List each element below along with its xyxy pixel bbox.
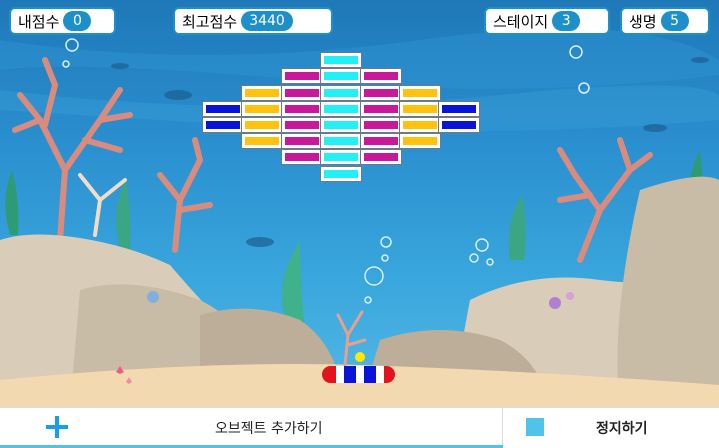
brick-cyan [320, 166, 362, 182]
plus-icon[interactable] [46, 416, 68, 438]
paddle-stripe [376, 366, 384, 383]
stage-box: 스테이지 3 [484, 7, 610, 35]
high-score-label: 최고점수 [182, 12, 238, 31]
brick-yellow [399, 117, 441, 133]
brick-yellow [241, 85, 283, 101]
brick-magenta [281, 149, 323, 165]
brick-field [0, 0, 719, 407]
brick-cyan [320, 52, 362, 68]
lives-box: 생명 5 [620, 7, 710, 35]
brick-blue [202, 117, 244, 133]
lives-label: 생명 [629, 12, 657, 31]
brick-magenta [360, 133, 402, 149]
stop-button[interactable]: 정지하기 [596, 418, 648, 438]
stage-label: 스테이지 [493, 12, 549, 31]
add-object-button[interactable]: 오브젝트 추가하기 [0, 408, 503, 448]
brick-yellow [399, 85, 441, 101]
brick-cyan [320, 85, 362, 101]
stop-icon[interactable] [526, 418, 544, 436]
brick-blue [202, 101, 244, 117]
my-score-label: 내점수 [18, 12, 60, 31]
brick-cyan [320, 101, 362, 117]
paddle-stripe [356, 366, 364, 383]
brick-magenta [281, 133, 323, 149]
brick-yellow [241, 101, 283, 117]
lives-value: 5 [660, 11, 689, 31]
add-object-label: 오브젝트 추가하기 [215, 421, 323, 437]
paddle-stripe [336, 366, 344, 383]
my-score-box: 내점수 0 [9, 7, 116, 35]
paddle-stripe [364, 366, 376, 383]
brick-magenta [281, 117, 323, 133]
high-score-value: 3440 [241, 11, 293, 31]
bottom-toolbar: 오브젝트 추가하기 정지하기 [0, 407, 719, 448]
high-score-box: 최고점수 3440 [173, 7, 333, 35]
brick-cyan [320, 149, 362, 165]
game-stage[interactable]: 내점수 0 최고점수 3440 스테이지 3 생명 5 [0, 0, 719, 407]
brick-cyan [320, 68, 362, 84]
brick-magenta [360, 101, 402, 117]
brick-magenta [281, 101, 323, 117]
my-score-value: 0 [63, 11, 92, 31]
brick-yellow [241, 133, 283, 149]
ball [355, 352, 365, 362]
paddle[interactable] [322, 366, 395, 383]
brick-blue [438, 101, 480, 117]
stage-value: 3 [552, 11, 581, 31]
brick-yellow [399, 101, 441, 117]
brick-magenta [360, 149, 402, 165]
paddle-stripe [344, 366, 356, 383]
brick-magenta [281, 85, 323, 101]
brick-cyan [320, 117, 362, 133]
brick-magenta [360, 85, 402, 101]
brick-magenta [360, 117, 402, 133]
brick-cyan [320, 133, 362, 149]
brick-magenta [281, 68, 323, 84]
brick-magenta [360, 68, 402, 84]
brick-yellow [241, 117, 283, 133]
brick-yellow [399, 133, 441, 149]
brick-blue [438, 117, 480, 133]
